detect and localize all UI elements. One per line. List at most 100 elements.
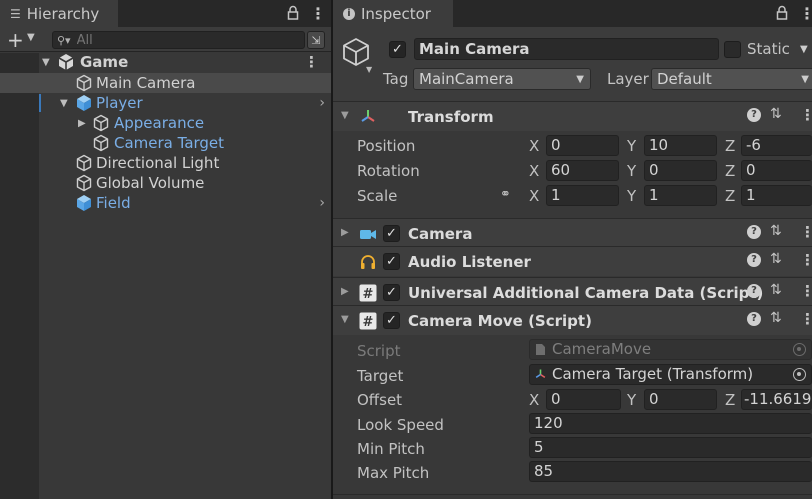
axis-z-label[interactable]: Z [725, 391, 735, 409]
presets-icon[interactable]: ⇅ [770, 223, 782, 239]
presets-icon[interactable]: ⇅ [770, 106, 782, 122]
axis-x-label[interactable]: X [529, 391, 539, 409]
component-enabled-checkbox[interactable]: ✓ [383, 225, 400, 242]
icon-dropdown-icon[interactable]: ▼ [366, 65, 372, 74]
axis-z-label[interactable]: Z [725, 137, 735, 155]
scale-z-field[interactable]: 1 [741, 185, 812, 206]
rotation-x-field[interactable]: 60 [546, 160, 619, 181]
active-checkbox[interactable]: ✓ [389, 41, 406, 58]
object-picker-icon[interactable] [793, 368, 806, 381]
component-enabled-checkbox[interactable]: ✓ [383, 284, 400, 301]
hierarchy-item-field[interactable]: Field › [0, 193, 331, 213]
hierarchy-more-icon[interactable]: ⋮ [310, 4, 326, 23]
hierarchy-item-global-volume[interactable]: Global Volume [0, 173, 331, 193]
position-z-field[interactable]: -6 [741, 135, 812, 156]
component-title: Camera [408, 225, 473, 243]
position-y-field[interactable]: 10 [644, 135, 717, 156]
axis-z-label[interactable]: Z [725, 162, 735, 180]
axis-x-label[interactable]: X [529, 137, 539, 155]
hierarchy-tab[interactable]: ☰ Hierarchy [0, 0, 118, 27]
transform-component-header[interactable]: ▼ Transform ? ⇅ ⋮ [333, 101, 812, 131]
hierarchy-search[interactable]: ⚲▾ [52, 31, 305, 49]
inspector-tab[interactable]: i Inspector [333, 0, 453, 27]
axis-x-label[interactable]: X [529, 162, 539, 180]
position-x-field[interactable]: 0 [546, 135, 619, 156]
target-field[interactable]: Camera Target (Transform) [529, 364, 812, 385]
component-more-icon[interactable]: ⋮ [800, 251, 812, 269]
fold-arrow-icon[interactable]: ▼ [341, 110, 349, 121]
scale-x-field[interactable]: 1 [546, 185, 619, 206]
rotation-y-field[interactable]: 0 [644, 160, 717, 181]
axis-x-label[interactable]: X [529, 187, 539, 205]
component-more-icon[interactable]: ⋮ [800, 310, 812, 328]
fold-arrow-icon[interactable]: ▶ [341, 227, 349, 238]
inspector-tab-label: Inspector [361, 4, 431, 23]
component-more-icon[interactable]: ⋮ [800, 282, 812, 300]
fold-arrow-icon[interactable]: ▼ [42, 57, 50, 68]
axis-y-label[interactable]: Y [627, 391, 636, 409]
prefab-icon [77, 195, 91, 211]
presets-icon[interactable]: ⇅ [770, 310, 782, 326]
offset-x-field[interactable]: 0 [546, 389, 621, 410]
presets-icon[interactable]: ⇅ [770, 282, 782, 298]
object-name-field[interactable]: Main Camera [414, 38, 719, 60]
hierarchy-item-directional-light[interactable]: Directional Light [0, 153, 331, 173]
presets-icon[interactable]: ⇅ [770, 251, 782, 267]
static-checkbox[interactable]: ✓ [724, 41, 741, 58]
component-more-icon[interactable]: ⋮ [800, 106, 812, 124]
help-icon[interactable]: ? [747, 284, 761, 298]
rotation-z-field[interactable]: 0 [741, 160, 812, 181]
hierarchy-item-main-camera[interactable]: Main Camera [0, 73, 331, 93]
inspector-panel: i Inspector ⋮ ▼ ✓ Main Camera ✓ Static ▼… [333, 0, 812, 499]
help-icon[interactable]: ? [747, 108, 761, 122]
lock-icon[interactable] [776, 5, 788, 21]
hierarchy-search-input[interactable] [76, 32, 297, 48]
camera-component-header[interactable]: ▶ ✓ Camera ? ⇅ ⋮ [333, 218, 812, 248]
component-more-icon[interactable]: ⋮ [800, 223, 812, 241]
fold-arrow-icon[interactable]: ▼ [60, 98, 68, 109]
help-icon[interactable]: ? [747, 225, 761, 239]
add-object-icon[interactable]: + [7, 28, 24, 52]
look-speed-field[interactable]: 120 [529, 413, 812, 434]
static-dropdown-icon[interactable]: ▼ [800, 44, 808, 55]
hierarchy-item-game[interactable]: ▼ Game ⋮ [0, 52, 331, 72]
scene-more-icon[interactable]: ⋮ [304, 53, 319, 71]
max-pitch-field[interactable]: 85 [529, 461, 812, 482]
offset-z-field[interactable]: -11.6619 [741, 389, 812, 410]
tag-dropdown[interactable]: MainCamera ▼ [413, 68, 591, 90]
gameobject-icon [93, 114, 109, 132]
hierarchy-item-appearance[interactable]: ▶ Appearance [0, 113, 331, 133]
inspector-more-icon[interactable]: ⋮ [799, 4, 812, 23]
component-enabled-checkbox[interactable]: ✓ [383, 312, 400, 329]
fold-arrow-icon[interactable]: ▶ [78, 118, 86, 129]
prefab-icon [77, 95, 91, 111]
script-hash-icon: # [359, 312, 377, 330]
lock-icon[interactable] [287, 5, 299, 21]
hierarchy-item-player[interactable]: ▼ Player › [0, 93, 331, 113]
camera-move-component-header[interactable]: ▼ # ✓ Camera Move (Script) ? ⇅ ⋮ [333, 305, 812, 335]
add-object-dropdown-icon[interactable]: ▼ [27, 32, 35, 43]
gameobject-icon[interactable] [341, 37, 371, 67]
open-prefab-chevron-icon[interactable]: › [319, 195, 325, 211]
audio-listener-component-header[interactable]: ✓ Audio Listener ? ⇅ ⋮ [333, 246, 812, 276]
open-prefab-chevron-icon[interactable]: › [319, 95, 325, 111]
inspector-header: ▼ ✓ Main Camera ✓ Static ▼ Tag MainCamer… [333, 27, 812, 103]
scene-visibility-toggle-icon[interactable]: ⇲ [307, 31, 325, 49]
hierarchy-item-camera-target[interactable]: Camera Target [0, 133, 331, 153]
axis-y-label[interactable]: Y [627, 137, 636, 155]
layer-dropdown[interactable]: Default ▼ [651, 68, 812, 90]
universal-camera-data-component-header[interactable]: ▶ # ✓ Universal Additional Camera Data (… [333, 277, 812, 307]
axis-y-label[interactable]: Y [627, 187, 636, 205]
constrain-proportions-icon[interactable]: ⚭ [500, 187, 511, 202]
fold-arrow-icon[interactable]: ▶ [341, 286, 349, 297]
offset-y-field[interactable]: 0 [644, 389, 717, 410]
axis-y-label[interactable]: Y [627, 162, 636, 180]
scale-y-field[interactable]: 1 [644, 185, 717, 206]
component-separator [333, 494, 812, 495]
min-pitch-field[interactable]: 5 [529, 437, 812, 458]
help-icon[interactable]: ? [747, 253, 761, 267]
help-icon[interactable]: ? [747, 312, 761, 326]
fold-arrow-icon[interactable]: ▼ [341, 314, 349, 325]
component-enabled-checkbox[interactable]: ✓ [383, 253, 400, 270]
axis-z-label[interactable]: Z [725, 187, 735, 205]
